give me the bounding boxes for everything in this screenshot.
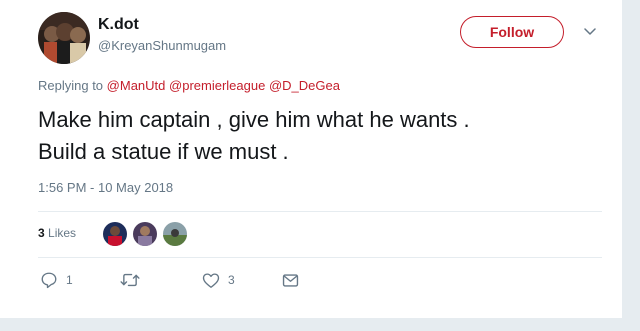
retweet-icon (120, 273, 140, 287)
tweet-text: Make him captain , give him what he want… (38, 104, 608, 168)
liker-avatar[interactable] (163, 222, 187, 246)
liker-avatar[interactable] (133, 222, 157, 246)
retweet-action[interactable] (120, 270, 140, 290)
replying-to: Replying to @ManUtd @premierleague @D_De… (38, 78, 340, 93)
mention-link[interactable]: @D_DeGea (269, 78, 340, 93)
replying-to-label: Replying to (38, 78, 104, 93)
mention-link[interactable]: @premierleague (169, 78, 265, 93)
like-count: 3 (228, 273, 235, 287)
likes-summary[interactable]: 3 Likes (38, 226, 76, 240)
likes-label: Likes (48, 226, 77, 240)
chevron-down-icon[interactable] (580, 24, 600, 40)
heart-icon (202, 272, 220, 288)
tweet-timestamp[interactable]: 1:56 PM - 10 May 2018 (38, 180, 173, 195)
avatar-photo (38, 12, 90, 64)
reply-count: 1 (66, 273, 73, 287)
mention-link[interactable]: @ManUtd (107, 78, 166, 93)
likes-count: 3 (38, 226, 45, 240)
avatar[interactable] (38, 12, 90, 64)
divider (38, 211, 602, 212)
user-name[interactable]: K.dot (98, 16, 139, 34)
reply-icon (41, 272, 57, 289)
reply-action[interactable]: 1 (40, 270, 73, 290)
divider (38, 257, 602, 258)
liker-avatar[interactable] (103, 222, 127, 246)
tweet-text-line: Build a statue if we must . (38, 139, 289, 164)
follow-button[interactable]: Follow (460, 16, 564, 48)
direct-message-action[interactable] (282, 270, 299, 290)
like-action[interactable]: 3 (202, 270, 235, 290)
envelope-icon (282, 273, 299, 287)
tweet-card: K.dot @KreyanShunmugam Follow Replying t… (0, 0, 623, 318)
tweet-text-line: Make him captain , give him what he want… (38, 107, 470, 132)
user-handle[interactable]: @KreyanShunmugam (98, 38, 226, 53)
